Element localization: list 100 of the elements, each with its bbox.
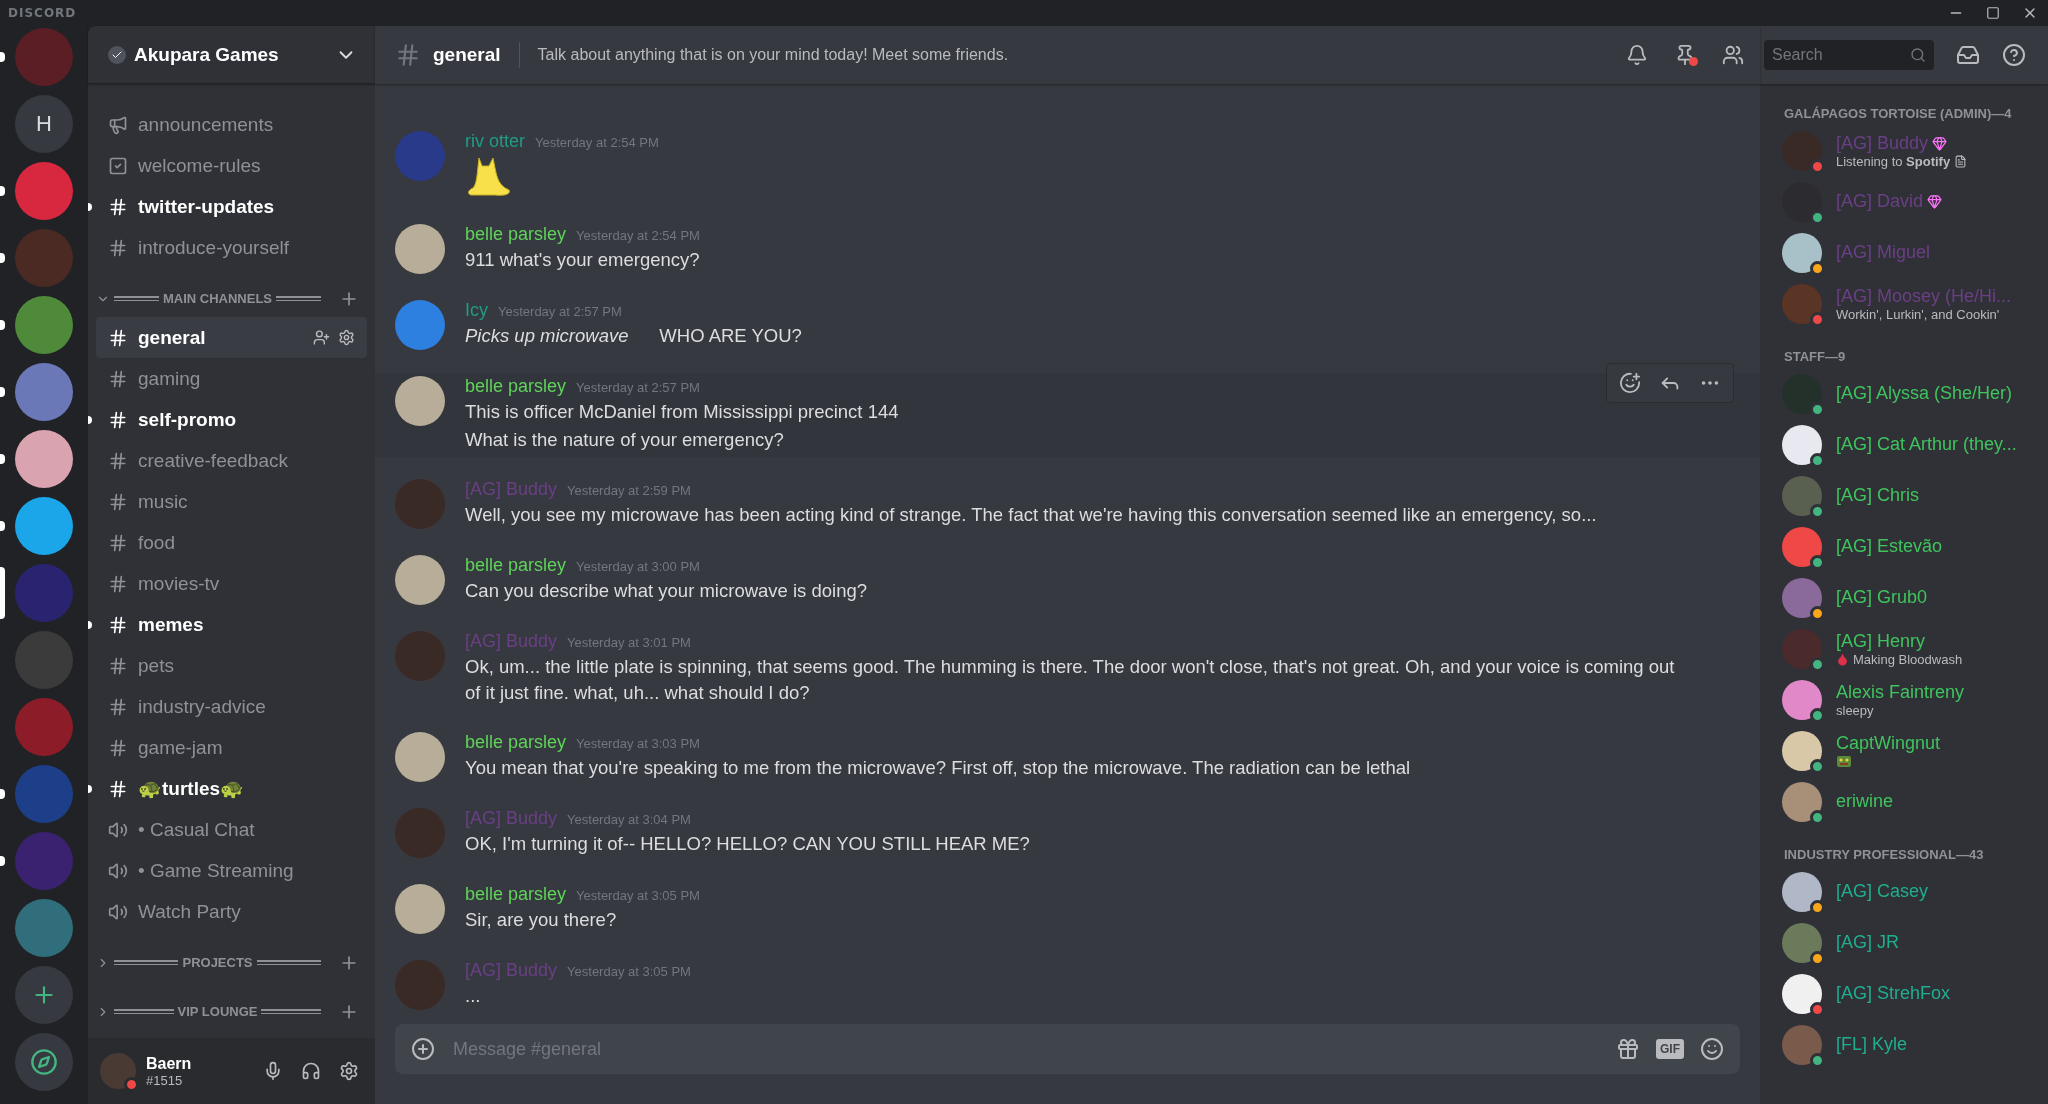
maximize-icon[interactable] (1986, 6, 2000, 20)
message-text: You mean that you're speaking to me from the microwave? First off, stop the microwave. The radiation can be lethal (465, 756, 1412, 780)
server-header[interactable]: Akupara Games (88, 26, 375, 84)
channel-name: twitter-updates (138, 195, 276, 218)
member-item[interactable]: [AG] Cat Arthur (they... (1782, 419, 2040, 470)
message-author[interactable]: riv otter (465, 131, 525, 153)
user-avatar[interactable] (395, 376, 445, 427)
member-item[interactable]: [AG] Grub0 (1782, 572, 2040, 623)
channel-item[interactable]: food (96, 522, 367, 563)
message-timestamp: Yesterday at 3:05 PM (567, 964, 691, 979)
message-author[interactable]: belle parsley (465, 884, 567, 905)
channel-item[interactable]: introduce-yourself (96, 227, 367, 268)
member-activity: Making Bloodwash (1853, 651, 1963, 667)
document-icon (1954, 154, 1968, 168)
members-icon[interactable] (1722, 44, 1744, 66)
member-item[interactable]: eriwine (1782, 776, 2040, 827)
hash-icon (108, 237, 128, 258)
server-avatar[interactable] (15, 430, 73, 488)
message-author[interactable]: belle parsley (465, 376, 567, 398)
member-item[interactable]: CaptWingnut (1782, 725, 2040, 776)
channel-name: introduce-yourself (138, 236, 291, 259)
channel-item[interactable]: announcements (96, 104, 367, 145)
channel-name: movies-tv (138, 572, 221, 595)
emoji-icon[interactable] (1700, 1037, 1724, 1061)
user-avatar[interactable] (395, 732, 445, 782)
hash-icon (108, 614, 128, 635)
message-timestamp: Yesterday at 3:01 PM (567, 635, 691, 651)
message-text: 911 what's your emergency? (465, 248, 701, 273)
member-item[interactable]: [AG] Moosey (He/Hi... Workin', Lurkin', and Cookin' (1782, 278, 2040, 329)
help-icon[interactable] (2002, 43, 2026, 67)
member-name: [AG] Casey (1836, 881, 1929, 902)
bell-icon[interactable] (1626, 44, 1648, 66)
message-text: ... (465, 984, 482, 1008)
search-field[interactable]: Search (1764, 40, 1934, 70)
hash-icon (108, 368, 128, 389)
channel-item[interactable]: Watch Party (96, 891, 367, 932)
member-item[interactable]: [AG] Chris (1782, 470, 2040, 521)
compass-icon[interactable] (30, 1048, 58, 1076)
member-name: [AG] Estevão (1836, 536, 1943, 557)
message-author[interactable]: belle parsley (465, 224, 567, 246)
user-avatar[interactable] (395, 224, 445, 275)
member-item[interactable]: [AG] Estevão (1782, 521, 2040, 572)
category-header[interactable]: PROJECTS (96, 944, 367, 981)
member-item[interactable]: [AG] Buddy Listening to Spotify (1782, 125, 2040, 176)
member-item[interactable]: [AG] StrehFox (1782, 968, 2040, 1019)
member-item[interactable]: Alexis Faintreny sleepy (1782, 674, 2040, 725)
member-item[interactable]: [FL] Kyle (1782, 1019, 2040, 1070)
user-avatar[interactable] (395, 884, 445, 934)
channel-item[interactable]: twitter-updates (96, 186, 367, 227)
message-text: Sir, are you there? (465, 908, 618, 932)
hash-icon (108, 696, 128, 717)
member-item[interactable]: [AG] Casey (1782, 866, 2040, 917)
member-name: [AG] Miguel (1836, 242, 1931, 263)
server-avatar[interactable] (15, 497, 73, 555)
category-header[interactable]: VIP LOUNGE (96, 993, 367, 1030)
channel-item[interactable]: game-jam (96, 727, 367, 768)
user-avatar[interactable] (395, 555, 445, 606)
channel-item[interactable]: • Casual Chat (96, 809, 367, 850)
channel-item[interactable]: memes (96, 604, 367, 645)
channel-item[interactable]: • Game Streaming (96, 850, 367, 891)
message-author[interactable]: belle parsley (465, 732, 567, 753)
user-tag: #1515 (146, 1072, 249, 1089)
category-header[interactable]: MAIN CHANNELS (96, 280, 367, 317)
channel-item[interactable]: pets (96, 645, 367, 686)
channel-item[interactable]: welcome-rules (96, 145, 367, 186)
gif-button[interactable]: GIF (1656, 1039, 1684, 1059)
channel-item[interactable]: creative-feedback (96, 440, 367, 481)
hash-icon (108, 778, 128, 799)
channel-item[interactable]: 🐢turtles🐢 (96, 768, 367, 809)
channel-item[interactable]: industry-advice (96, 686, 367, 727)
invite-icon[interactable] (313, 329, 330, 346)
channel-item[interactable]: movies-tv (96, 563, 367, 604)
message-author[interactable]: belle parsley (465, 555, 567, 577)
hash-icon (108, 327, 128, 348)
member-name: [AG] Cat Arthur (they... (1836, 434, 2017, 455)
member-item[interactable]: [AG] JR (1782, 917, 2040, 968)
member-name: [AG] Alyssa (She/Her) (1836, 383, 2013, 404)
hash-icon (108, 655, 128, 676)
member-name: [AG] Chris (1836, 485, 1919, 506)
user-avatar[interactable] (100, 1053, 136, 1089)
message-author[interactable]: Icy (465, 300, 488, 322)
message-timestamp: Yesterday at 3:03 PM (576, 736, 700, 751)
upload-icon[interactable] (411, 1037, 435, 1061)
message-timestamp: Yesterday at 3:00 PM (576, 559, 700, 575)
hash-icon (108, 491, 128, 512)
member-item[interactable]: [AG] Alyssa (She/Her) (1782, 368, 2040, 419)
gift-icon[interactable] (1616, 1037, 1640, 1061)
member-item[interactable]: [AG] Henry Making Bloodwash (1782, 623, 2040, 674)
channel-item[interactable]: music (96, 481, 367, 522)
server-avatar[interactable] (15, 363, 73, 421)
inbox-icon[interactable] (1956, 43, 1980, 67)
channel-item[interactable]: self-promo (96, 399, 367, 440)
settings-icon[interactable] (338, 329, 355, 346)
channel-item[interactable]: gaming (96, 358, 367, 399)
server-icon[interactable]: H (15, 95, 73, 153)
channel-name: pets (138, 654, 175, 677)
channel-item[interactable]: general (96, 317, 367, 358)
user-avatar[interactable] (395, 300, 445, 351)
server-avatar[interactable] (15, 162, 73, 220)
member-activity: Workin', Lurkin', and Cookin' (1836, 306, 2000, 322)
